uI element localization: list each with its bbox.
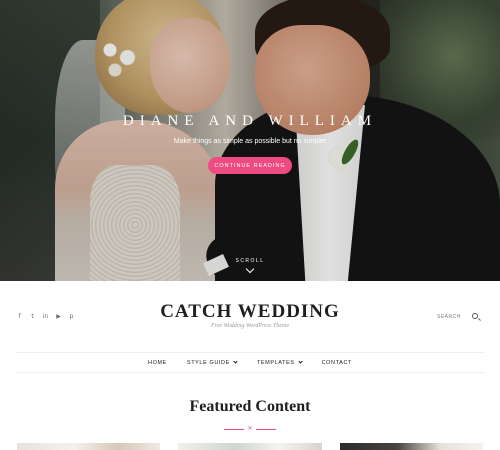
divider-line [224, 429, 244, 430]
search-label[interactable]: SEARCH [437, 314, 461, 320]
featured-thumbnail[interactable] [339, 443, 483, 450]
featured-thumbnail[interactable] [17, 443, 161, 450]
continue-reading-button[interactable]: Continue Reading [208, 157, 292, 174]
featured-title: Featured Content [189, 398, 311, 415]
section-divider: ✕ [224, 426, 276, 432]
featured-thumbnails [17, 443, 483, 450]
featured-thumbnail[interactable] [178, 443, 322, 450]
chevron-down-icon [233, 359, 238, 364]
nav-item-label: Style Guide [186, 359, 230, 366]
nav-item-style-guide[interactable]: Style Guide [186, 359, 238, 366]
scroll-label[interactable]: Scroll [0, 258, 500, 264]
main-nav: Home Style Guide Templates Contact [16, 352, 484, 373]
divider-line [256, 429, 276, 430]
search-icon[interactable] [472, 313, 478, 319]
nav-item-contact[interactable]: Contact [322, 360, 352, 366]
nav-item-label: Contact [321, 359, 352, 366]
site-tagline: Free Wedding WordPress Theme [210, 323, 290, 329]
nav-item-label: Home [148, 359, 167, 366]
cross-icon: ✕ [247, 426, 253, 432]
nav-item-home[interactable]: Home [148, 360, 167, 366]
chevron-down-icon [297, 359, 303, 364]
nav-item-label: Templates [256, 359, 295, 366]
site-title[interactable]: CATCH WEDDING [0, 301, 500, 323]
hero-title: Diane and William [122, 113, 378, 129]
hero-subtitle: Make things as simple as possible but no… [173, 138, 327, 145]
nav-item-templates[interactable]: Templates [256, 359, 303, 366]
